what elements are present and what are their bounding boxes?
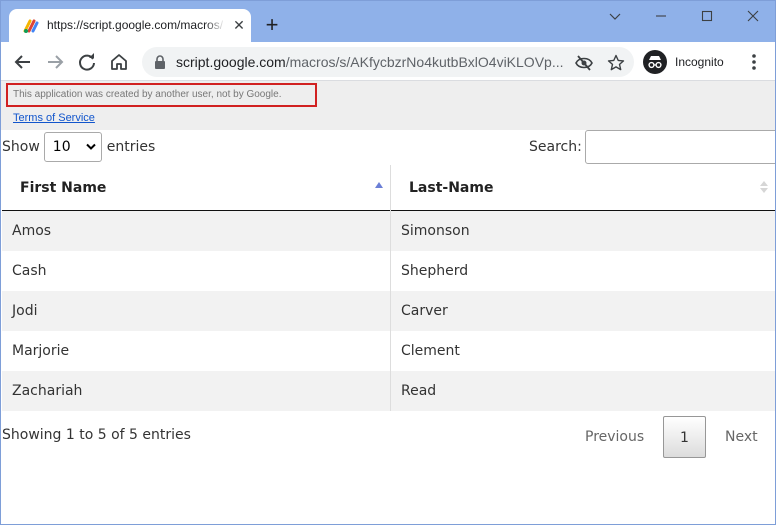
url-path: /macros/s/AKfycbzrNo4kutbBxlO4viKLOVp... <box>285 54 564 70</box>
cell-first-name: Amos <box>12 223 52 239</box>
search-input[interactable] <box>584 130 775 164</box>
incognito-label: Incognito <box>675 55 724 69</box>
tab-active[interactable]: https://script.google.com/macros/s/ ✕ <box>9 9 251 42</box>
browser-window: https://script.google.com/macros/s/ ✕ + <box>0 0 776 525</box>
browser-toolbar: script.google.com/macros/s/AKfycbzrNo4ku… <box>1 42 775 81</box>
back-arrow-icon[interactable] <box>12 51 34 73</box>
table-row[interactable]: Zachariah Read <box>2 371 775 411</box>
cell-first-name: Zachariah <box>12 383 83 399</box>
cell-first-name: Marjorie <box>12 343 70 359</box>
column-header-label: First Name <box>20 180 107 196</box>
entries-per-page-select[interactable]: 10 <box>43 132 102 162</box>
cell-last-name: Shepherd <box>401 263 469 279</box>
home-icon[interactable] <box>108 51 130 73</box>
cell-last-name: Clement <box>401 343 460 359</box>
pagination-next-button[interactable]: Next <box>725 416 758 458</box>
bookmark-star-icon[interactable] <box>607 54 625 72</box>
third-party-warning: This application was created by another … <box>6 83 317 107</box>
tab-title: https://script.google.com/macros/s/ <box>47 18 223 32</box>
lock-icon[interactable] <box>154 55 166 69</box>
incognito-icon <box>643 50 667 74</box>
pagination-previous-button[interactable]: Previous <box>585 416 644 458</box>
table-header-row: First Name Last-Name <box>2 165 775 211</box>
address-bar[interactable]: script.google.com/macros/s/AKfycbzrNo4ku… <box>142 47 634 77</box>
table-row[interactable]: Amos Simonson <box>2 211 775 251</box>
apps-script-warning-bar: This application was created by another … <box>1 81 775 130</box>
tab-strip: https://script.google.com/macros/s/ ✕ + <box>1 1 775 42</box>
terms-of-service-link[interactable]: Terms of Service <box>13 112 95 124</box>
table-body: Amos Simonson Cash Shepherd Jodi Carver … <box>2 211 775 411</box>
sort-ascending-icon <box>375 182 383 188</box>
tracking-blocked-eye-icon[interactable] <box>575 54 593 72</box>
tab-close-icon[interactable]: ✕ <box>231 17 247 33</box>
cell-first-name: Cash <box>12 263 47 279</box>
url-host: script.google.com <box>176 54 286 70</box>
table-row[interactable]: Jodi Carver <box>2 291 775 331</box>
table-row[interactable]: Cash Shepherd <box>2 251 775 291</box>
incognito-profile-button[interactable]: Incognito <box>643 48 724 76</box>
cell-first-name: Jodi <box>12 303 38 319</box>
new-tab-button[interactable]: + <box>261 14 283 37</box>
pagination-page-button[interactable]: 1 <box>663 416 706 458</box>
tab-search-chevron-icon[interactable] <box>605 7 625 25</box>
forward-arrow-icon[interactable] <box>44 51 66 73</box>
web-page: This application was created by another … <box>1 81 775 524</box>
window-close-icon[interactable] <box>743 7 763 25</box>
url-text[interactable]: script.google.com/macros/s/AKfycbzrNo4ku… <box>176 54 564 70</box>
column-header-label: Last-Name <box>409 180 494 196</box>
tab-title-fade <box>205 15 225 35</box>
cell-last-name: Carver <box>401 303 448 319</box>
entries-per-page-value: 10 <box>52 139 71 155</box>
length-prefix-label: Show <box>2 139 40 155</box>
sort-both-icon <box>760 181 768 193</box>
length-suffix-label: entries <box>106 139 156 155</box>
browser-menu-dots-icon[interactable] <box>747 52 761 72</box>
reload-icon[interactable] <box>76 51 98 73</box>
search-label: Search: <box>529 139 582 155</box>
cell-last-name: Read <box>401 383 437 399</box>
cell-last-name: Simonson <box>401 223 470 239</box>
column-header-first-name[interactable]: First Name <box>2 165 390 210</box>
apps-script-favicon-icon <box>23 19 39 33</box>
table-info-text: Showing 1 to 5 of 5 entries <box>2 427 191 443</box>
table-search: Search: <box>529 130 775 164</box>
chevron-down-icon <box>86 143 96 150</box>
minimize-icon[interactable] <box>651 7 671 25</box>
maximize-icon[interactable] <box>697 7 717 25</box>
table-row[interactable]: Marjorie Clement <box>2 331 775 371</box>
column-header-last-name[interactable]: Last-Name <box>391 165 775 210</box>
page-length-control: Show 10 entries <box>2 131 155 163</box>
